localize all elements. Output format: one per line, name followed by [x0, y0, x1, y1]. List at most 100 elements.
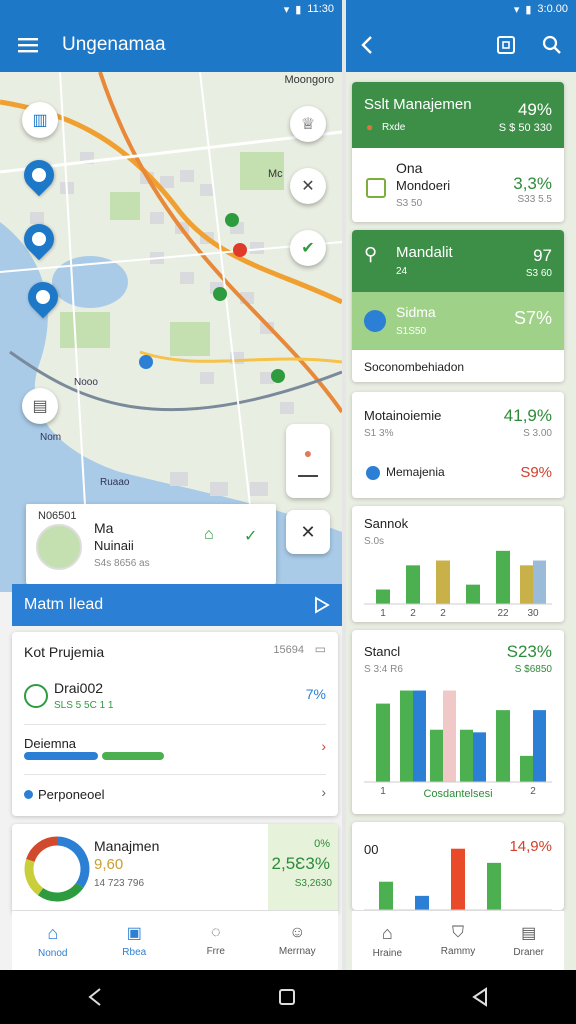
- chart-pct: S23%: [506, 642, 552, 661]
- chevron-right-icon[interactable]: ›: [321, 738, 326, 754]
- card-pct: 41,9%: [503, 406, 552, 425]
- main-banner[interactable]: Matm Ilead: [12, 584, 342, 626]
- list-item-value: 7%: [305, 686, 326, 702]
- document-icon: [366, 178, 386, 198]
- chart-bar: [443, 690, 456, 782]
- back-triangle-icon[interactable]: [471, 987, 489, 1007]
- card-amount: S $ 50 330: [498, 122, 552, 134]
- chart-bar: [520, 565, 533, 604]
- home-icon[interactable]: ⌂: [204, 526, 214, 544]
- list-item-name: Drai002: [54, 680, 104, 696]
- tools-marker[interactable]: ✕: [290, 168, 326, 204]
- card-count: 15694: [273, 644, 304, 656]
- system-nav-bar: [0, 970, 576, 1024]
- chart-amount: S $6850: [514, 664, 552, 675]
- card-title: Sslt Manajemen: [364, 96, 472, 113]
- card-header-green: Sslt Manajemen ● Rxde 49% S $ 50 330: [352, 82, 564, 148]
- left-bottom-nav: ⌂ Nonod ▣ Rbea ◌ Frre ☺ Merrnay: [12, 910, 338, 970]
- donut-card: Manajmen 9,60 14 723 796 0% 2,5Ɛ3% S3,26…: [12, 824, 338, 914]
- zoom-out-icon[interactable]: [298, 475, 318, 477]
- chart-bar: [496, 710, 510, 782]
- nav-map[interactable]: ⛉ Rammy: [423, 911, 494, 970]
- building-icon: ▥: [32, 112, 48, 129]
- chart-icon: ▣: [126, 925, 142, 942]
- close-map-button[interactable]: ✕: [286, 510, 330, 554]
- map-label: Ruaao: [100, 477, 130, 488]
- item-amount: S33 5.5: [517, 194, 552, 205]
- sub-title: Sidma: [396, 304, 436, 320]
- play-icon[interactable]: [314, 596, 330, 614]
- donut-pct: 0%: [314, 838, 330, 850]
- chart-bar: [376, 589, 390, 604]
- card-amount: S 3.00: [523, 428, 552, 439]
- card-pct: 49%: [517, 100, 552, 119]
- item-title: Ona: [396, 160, 423, 176]
- zoom-control[interactable]: ●: [286, 424, 330, 498]
- chart-bar: [466, 584, 480, 604]
- popup-thumbnail: [36, 524, 82, 570]
- item-name: Memajenia: [386, 465, 445, 479]
- home-icon: ⌂: [47, 922, 59, 943]
- chart-card-3: 00 14,9%: [352, 822, 564, 910]
- building-marker[interactable]: ▥: [22, 102, 58, 138]
- nav-reports[interactable]: ▣ Rbea: [94, 911, 176, 970]
- chart-card-2: Stancl S 3:4 R6 S23% S $6850 12 Cosdante…: [352, 630, 564, 814]
- section-label: Soconombehiadon: [364, 360, 465, 374]
- nav-profile[interactable]: ☺ Merrnay: [257, 911, 339, 970]
- chart-bar: [415, 895, 429, 910]
- progress-bar-blue: [24, 752, 98, 760]
- status-icon: [366, 466, 380, 480]
- map-icon: ⛉: [452, 924, 465, 941]
- status-bar-right: ▾ ▮ 3:0.00: [346, 0, 576, 18]
- search-icon[interactable]: [542, 35, 562, 55]
- chart-bar: [533, 710, 546, 782]
- card-subheader: Sidma S1S50 S7%: [352, 292, 564, 350]
- card-amount: S3 60: [525, 268, 552, 279]
- nav-home[interactable]: ⌂ Nonod: [12, 911, 94, 970]
- chart-title: Sannok: [364, 516, 409, 531]
- close-icon: ✕: [300, 521, 316, 542]
- wifi-icon: ▾: [513, 3, 520, 16]
- status-time: 11:30: [307, 3, 334, 15]
- location-popup[interactable]: N06501 Ma Nuinaii S4s 8656 as ⌂ ✓: [26, 504, 276, 584]
- trash-marker[interactable]: ▤: [22, 388, 58, 424]
- message-icon[interactable]: ▭: [315, 642, 326, 656]
- nav-label: Rbea: [122, 947, 147, 958]
- chart-bar: [451, 848, 465, 910]
- donut-amount-sub: S3,2630: [294, 878, 332, 889]
- chart-bar: [460, 729, 473, 782]
- summary-card-3[interactable]: Motainoiemie S1 3% 41,9% S 3.00 Memajeni…: [352, 392, 564, 498]
- nav-messages[interactable]: ◌ Frre: [175, 911, 257, 970]
- battery-icon: ▮: [295, 3, 302, 16]
- chart-bar: [520, 755, 533, 782]
- card-sub: Rxde: [382, 122, 406, 133]
- chart-bar: [400, 690, 413, 782]
- card-title: Kot Prujemia: [24, 644, 105, 660]
- check-icon[interactable]: ✓: [244, 526, 257, 546]
- list-item-name: Perponeoel: [38, 787, 105, 802]
- chart-bar: [436, 560, 450, 604]
- summary-card-1[interactable]: Sslt Manajemen ● Rxde 49% S $ 50 330 Ona…: [352, 82, 564, 222]
- chart-bar: [379, 881, 393, 910]
- tag-icon: ●: [366, 120, 374, 134]
- check-marker[interactable]: ✔: [290, 230, 326, 266]
- shirt-marker[interactable]: ♕: [290, 106, 326, 142]
- nav-label: Merrnay: [278, 946, 316, 957]
- menu-icon[interactable]: [18, 37, 38, 53]
- chevron-right-icon[interactable]: ›: [321, 784, 326, 800]
- back-icon[interactable]: [360, 35, 374, 55]
- pin-icon: ⚲: [364, 244, 378, 264]
- check-icon: ✔: [301, 240, 315, 257]
- location-pin-icon[interactable]: ●: [304, 445, 312, 461]
- nav-dashboard[interactable]: ▤ Draner: [493, 911, 564, 970]
- card-header-green: ⚲ Mandalit 24 97 S3 60: [352, 230, 564, 292]
- card-sub: S1 3%: [364, 428, 394, 439]
- bar-chart-3: [364, 848, 552, 910]
- calendar-icon[interactable]: [496, 35, 516, 55]
- nav-home[interactable]: ⌂ Hraine: [352, 911, 423, 970]
- back-icon[interactable]: [87, 987, 103, 1007]
- popup-subtitle: Nuinaii: [94, 538, 134, 553]
- home-button-icon[interactable]: [278, 988, 296, 1006]
- map-label: Nom: [40, 432, 62, 443]
- summary-card-2[interactable]: ⚲ Mandalit 24 97 S3 60 Sidma S1S50 S7% S…: [352, 230, 564, 382]
